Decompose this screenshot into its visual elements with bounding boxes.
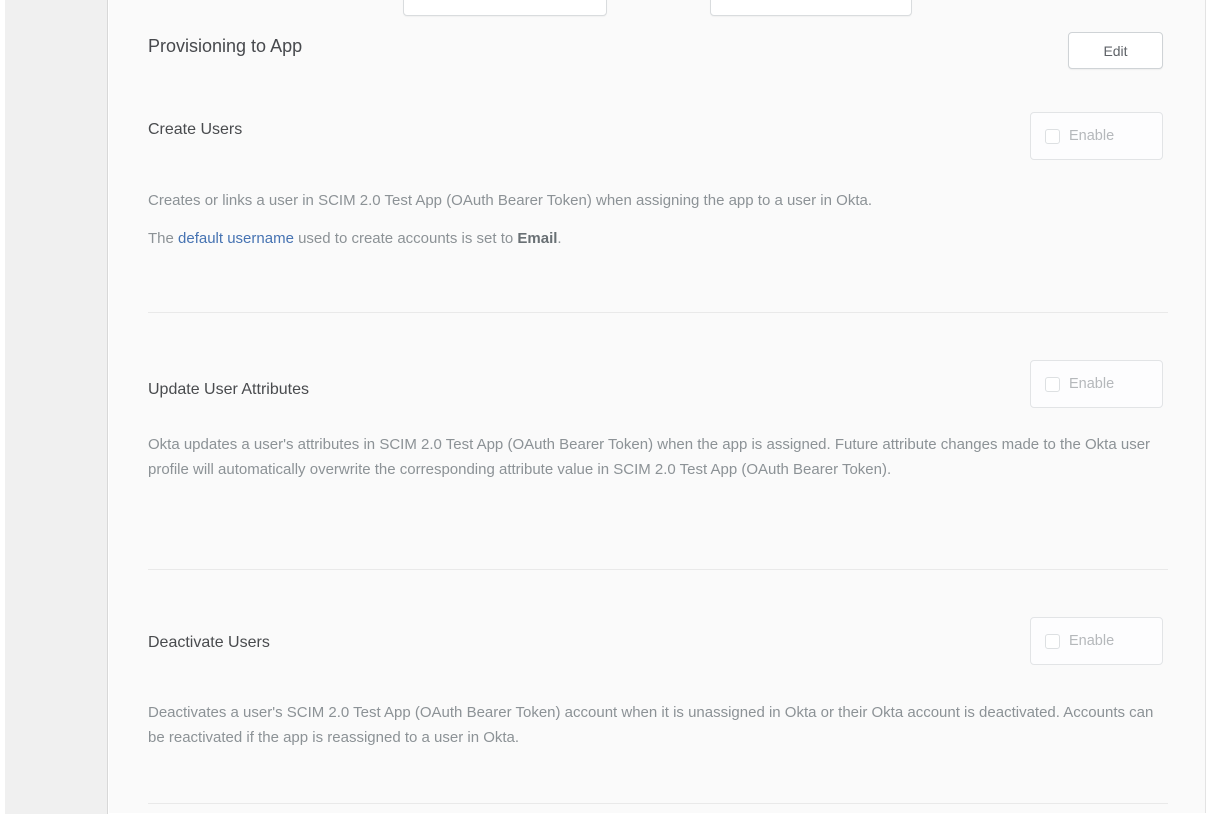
section-create-users: Create Users Enable Creates or links a u… xyxy=(109,112,1206,312)
enable-toggle-create-users[interactable]: Enable xyxy=(1030,112,1163,160)
panel-title: Provisioning to App xyxy=(148,36,302,57)
enable-toggle-update-user-attributes[interactable]: Enable xyxy=(1030,360,1163,408)
enable-checkbox-icon[interactable] xyxy=(1045,377,1060,392)
cropped-field-right[interactable] xyxy=(710,0,912,16)
default-username-link[interactable]: default username xyxy=(178,230,294,247)
section-update-user-attributes: Update User Attributes Enable Okta updat… xyxy=(109,360,1206,569)
note-middle: used to create accounts is set to xyxy=(294,230,517,247)
section-divider xyxy=(148,803,1168,804)
create-users-username-note: The default username used to create acco… xyxy=(148,226,562,251)
provisioning-panel: Provisioning to App Edit Create Users En… xyxy=(109,0,1206,813)
section-divider xyxy=(148,312,1168,313)
left-sidebar xyxy=(5,0,108,814)
note-suffix: . xyxy=(557,230,561,247)
section-deactivate-users: Deactivate Users Enable Deactivates a us… xyxy=(109,617,1206,803)
edit-button[interactable]: Edit xyxy=(1068,32,1163,69)
section-title-create-users: Create Users xyxy=(148,121,242,139)
note-bold-email: Email xyxy=(517,230,557,247)
create-users-description: Creates or links a user in SCIM 2.0 Test… xyxy=(148,188,872,213)
section-divider xyxy=(148,569,1168,570)
deactivate-users-description: Deactivates a user's SCIM 2.0 Test App (… xyxy=(148,700,1160,750)
enable-label: Enable xyxy=(1069,633,1114,649)
cropped-field-left[interactable] xyxy=(403,0,607,16)
note-prefix: The xyxy=(148,230,178,247)
update-user-attributes-description: Okta updates a user's attributes in SCIM… xyxy=(148,432,1160,482)
section-title-update-user-attributes: Update User Attributes xyxy=(148,381,309,399)
enable-label: Enable xyxy=(1069,128,1114,144)
enable-toggle-deactivate-users[interactable]: Enable xyxy=(1030,617,1163,665)
section-title-deactivate-users: Deactivate Users xyxy=(148,634,270,652)
enable-label: Enable xyxy=(1069,376,1114,392)
enable-checkbox-icon[interactable] xyxy=(1045,634,1060,649)
enable-checkbox-icon[interactable] xyxy=(1045,129,1060,144)
